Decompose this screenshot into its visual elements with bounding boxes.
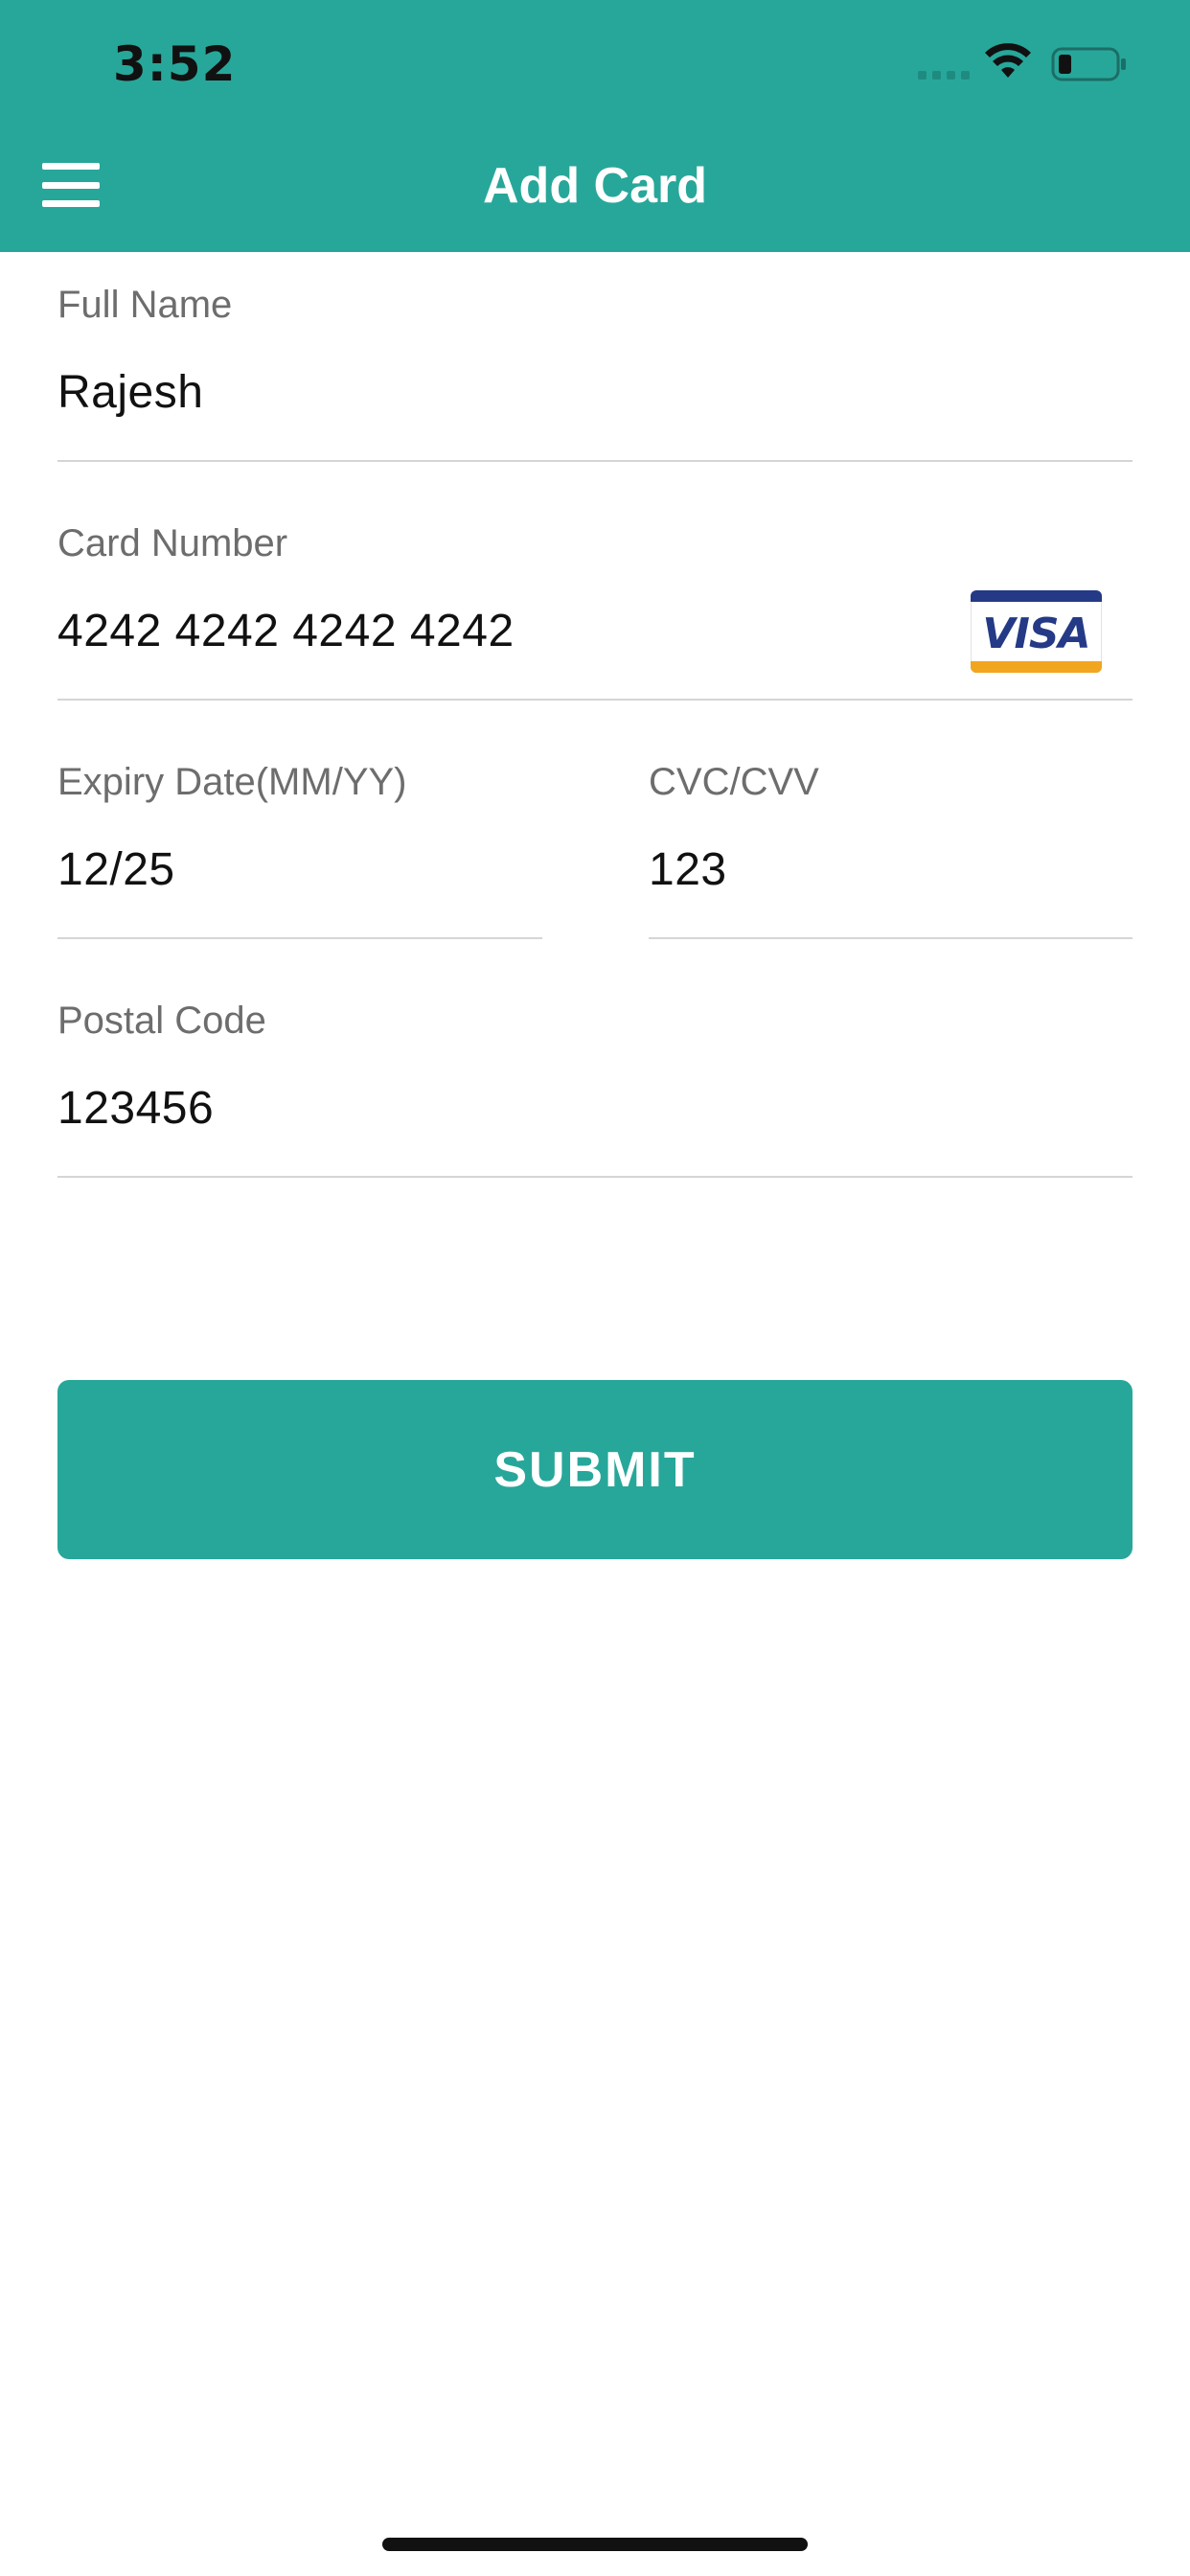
header: 3:52 Add Card bbox=[0, 0, 1190, 252]
visa-logo-text: VISA bbox=[982, 610, 1090, 658]
postal-code-label: Postal Code bbox=[57, 1000, 266, 1042]
expiry-date-label: Expiry Date(MM/YY) bbox=[57, 761, 407, 803]
submit-label: SUBMIT bbox=[493, 1441, 697, 1498]
full-name-underline bbox=[57, 460, 1133, 462]
cvc-field[interactable]: CVC/CVV 123 bbox=[649, 755, 1133, 942]
page-title: Add Card bbox=[483, 158, 707, 214]
cellular-signal-icon bbox=[918, 71, 972, 80]
expiry-date-input[interactable]: 12/25 bbox=[57, 843, 175, 896]
card-number-label: Card Number bbox=[57, 522, 288, 564]
cvc-underline bbox=[649, 937, 1133, 939]
visa-card-icon: VISA bbox=[971, 590, 1102, 673]
status-time: 3:52 bbox=[113, 36, 237, 92]
postal-code-underline bbox=[57, 1176, 1133, 1178]
full-name-input[interactable]: Rajesh bbox=[57, 366, 203, 419]
submit-button[interactable]: SUBMIT bbox=[57, 1380, 1133, 1559]
postal-code-field[interactable]: Postal Code 123456 bbox=[57, 994, 1133, 1181]
home-indicator[interactable] bbox=[382, 2538, 808, 2551]
expiry-date-underline bbox=[57, 937, 542, 939]
battery-icon bbox=[1051, 47, 1126, 81]
card-number-input[interactable]: 4242 4242 4242 4242 bbox=[57, 605, 515, 657]
add-card-screen: 3:52 Add Card Full Name Rajesh Card Numb… bbox=[0, 0, 1190, 2576]
full-name-field[interactable]: Full Name Rajesh bbox=[57, 278, 1133, 465]
full-name-label: Full Name bbox=[57, 284, 233, 326]
expiry-date-field[interactable]: Expiry Date(MM/YY) 12/25 bbox=[57, 755, 542, 942]
card-number-underline bbox=[57, 699, 1133, 701]
wifi-icon bbox=[985, 43, 1031, 78]
postal-code-input[interactable]: 123456 bbox=[57, 1082, 214, 1135]
cvc-label: CVC/CVV bbox=[649, 761, 819, 803]
cvc-input[interactable]: 123 bbox=[649, 843, 727, 896]
